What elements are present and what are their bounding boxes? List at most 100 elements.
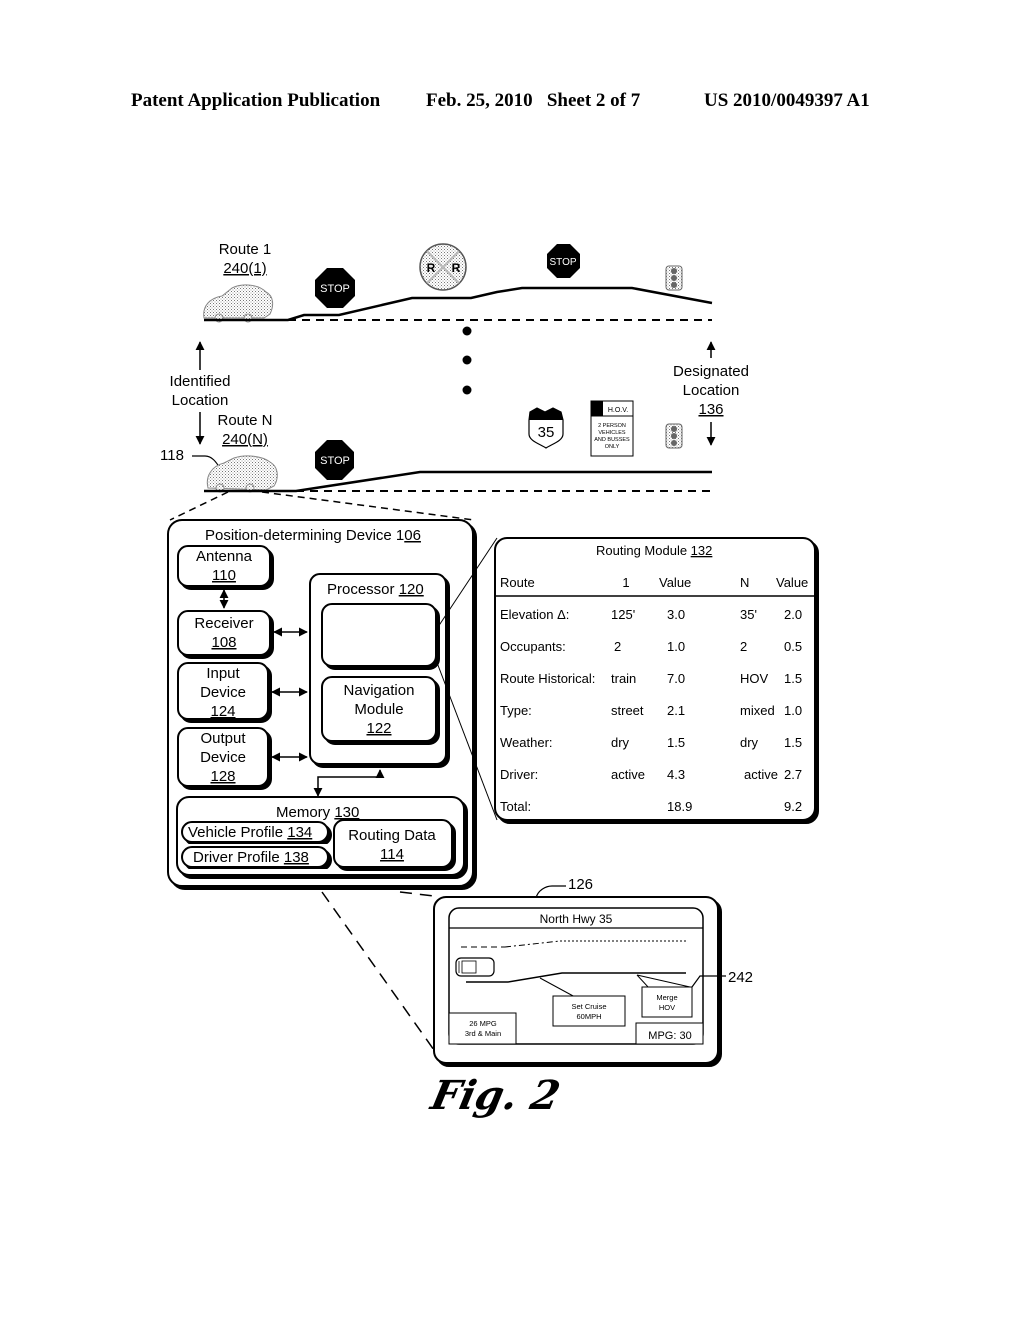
- table-cell: dry: [611, 735, 630, 750]
- traffic-light-icon: [665, 423, 683, 449]
- table-cell: 18.9: [667, 799, 692, 814]
- svg-text:ONLY: ONLY: [605, 444, 620, 450]
- table-cell: 7.0: [667, 671, 685, 686]
- table-cell: 2: [614, 639, 621, 654]
- vehicle-ref: 118: [160, 447, 184, 464]
- table-cell: mixed: [740, 703, 775, 718]
- svg-text:Device: Device: [200, 749, 246, 766]
- table-cell: 35': [740, 607, 757, 622]
- table-cell: 2.0: [784, 607, 802, 622]
- table-cell: 1.0: [784, 703, 802, 718]
- table-header-cell: N: [740, 575, 749, 590]
- table-cell: active: [744, 767, 778, 782]
- table-cell: 0.5: [784, 639, 802, 654]
- mpg-history-box: 26 MPG 3rd & Main: [448, 1012, 517, 1045]
- table-cell: HOV: [740, 671, 769, 686]
- car-icon: [206, 455, 278, 493]
- route-n-ref: 240(N): [222, 431, 268, 448]
- svg-text:R: R: [427, 261, 436, 275]
- table-cell: 4.3: [667, 767, 685, 782]
- svg-text:Device: Device: [200, 684, 246, 701]
- table-header-cell: Value: [659, 575, 691, 590]
- highway-shield-icon: 35: [528, 407, 564, 449]
- svg-text:Routing Data: Routing Data: [348, 827, 436, 844]
- route-1-elevation-line: [204, 286, 713, 322]
- svg-text:STOP: STOP: [549, 257, 576, 268]
- stop-sign-icon: STOP: [315, 440, 354, 480]
- street-name: North Hwy 35: [540, 912, 613, 926]
- device-title: Position-determining Device 106: [205, 527, 421, 544]
- svg-text:60MPH: 60MPH: [576, 1012, 601, 1021]
- svg-text:Designated: Designated: [673, 363, 749, 380]
- svg-text:114: 114: [380, 846, 404, 863]
- receiver-block: Receiver 108: [177, 610, 271, 656]
- route-n-label: Route N: [217, 412, 272, 429]
- route-n: Route N 240(N) 118 STOP 35 H.O.V. 2 PERS…: [160, 400, 712, 493]
- table-cell: Occupants:: [500, 639, 566, 654]
- display-ref: 126: [568, 876, 593, 893]
- table-cell: dry: [740, 735, 759, 750]
- svg-text:128: 128: [210, 768, 235, 785]
- svg-text:Driver Profile 138: Driver Profile 138: [193, 849, 309, 866]
- table-cell: 1.5: [784, 671, 802, 686]
- svg-text:H.O.V.: H.O.V.: [608, 407, 628, 414]
- table-cell: 125': [611, 607, 635, 622]
- mpg-current-box: MPG: 30: [635, 1022, 704, 1045]
- svg-text:136: 136: [698, 401, 723, 418]
- stop-sign-icon: STOP: [315, 268, 355, 308]
- figure-label: Fig. 2: [427, 1072, 565, 1119]
- callout-ref: 242: [728, 969, 753, 986]
- svg-text:Routing Module 132: Routing Module 132: [596, 543, 712, 558]
- svg-text:STOP: STOP: [320, 283, 350, 295]
- position-determining-device: Position-determining Device 106 Antenna …: [167, 519, 474, 887]
- route-1-label: Route 1: [219, 241, 272, 258]
- table-cell: 2.7: [784, 767, 802, 782]
- table-cell: Total:: [500, 799, 531, 814]
- svg-text:Module: Module: [354, 701, 403, 718]
- svg-text:AND BUSSES: AND BUSSES: [594, 437, 630, 443]
- svg-text:MPG: 30: MPG: 30: [648, 1030, 691, 1042]
- table-cell: street: [611, 703, 644, 718]
- table-cell: Driver:: [500, 767, 538, 782]
- navigation-module-block: Navigation Module 122: [321, 676, 437, 742]
- table-cell: train: [611, 671, 636, 686]
- svg-text:Memory 130: Memory 130: [276, 804, 359, 821]
- svg-text:Antenna: Antenna: [196, 548, 253, 565]
- svg-text:VEHICLES: VEHICLES: [598, 430, 626, 436]
- memory-block: Memory 130 Vehicle Profile 134 Driver Pr…: [176, 796, 465, 876]
- railroad-crossing-icon: R R: [419, 243, 467, 291]
- route-n-elevation-line: [204, 470, 712, 493]
- route-1: Route 1 240(1) STOP R R STOP: [203, 241, 713, 323]
- antenna-block: Antenna 110: [177, 545, 271, 587]
- svg-text:Location: Location: [683, 382, 740, 399]
- table-cell: 3.0: [667, 607, 685, 622]
- svg-text:35: 35: [538, 424, 555, 441]
- svg-text:3rd & Main: 3rd & Main: [465, 1029, 501, 1038]
- designated-location: Designated Location 136: [673, 341, 749, 446]
- stop-sign-icon: STOP: [547, 244, 580, 278]
- table-cell: Weather:: [500, 735, 553, 750]
- svg-text:Input: Input: [206, 665, 240, 682]
- vehicle-profile-block: Vehicle Profile 134: [181, 821, 329, 843]
- output-device-block: Output Device 128: [177, 727, 269, 787]
- table-cell: Type:: [500, 703, 532, 718]
- svg-text:STOP: STOP: [320, 455, 350, 467]
- table-cell: 2: [740, 639, 747, 654]
- table-header-cell: 1: [622, 575, 629, 590]
- table-header-cell: Value: [776, 575, 808, 590]
- svg-text:Receiver: Receiver: [194, 615, 253, 632]
- table-cell: 2.1: [667, 703, 685, 718]
- table-cell: Elevation Δ:: [500, 607, 569, 622]
- traffic-light-icon: [665, 265, 683, 291]
- routing-data-block: Routing Data 114: [333, 819, 453, 868]
- svg-text:HOV: HOV: [659, 1003, 675, 1012]
- svg-text:Location: Location: [172, 392, 229, 409]
- table-cell: 1.5: [784, 735, 802, 750]
- svg-text:Merge: Merge: [656, 993, 677, 1002]
- car-icon: [455, 957, 495, 977]
- table-cell: 1.0: [667, 639, 685, 654]
- svg-text:Vehicle Profile 134: Vehicle Profile 134: [188, 824, 312, 841]
- svg-text:Set Cruise: Set Cruise: [571, 1002, 606, 1011]
- navigation-display: 126 North Hwy 35 Set Cruise 60MPH Merge …: [433, 876, 753, 1064]
- car-icon: [203, 284, 274, 323]
